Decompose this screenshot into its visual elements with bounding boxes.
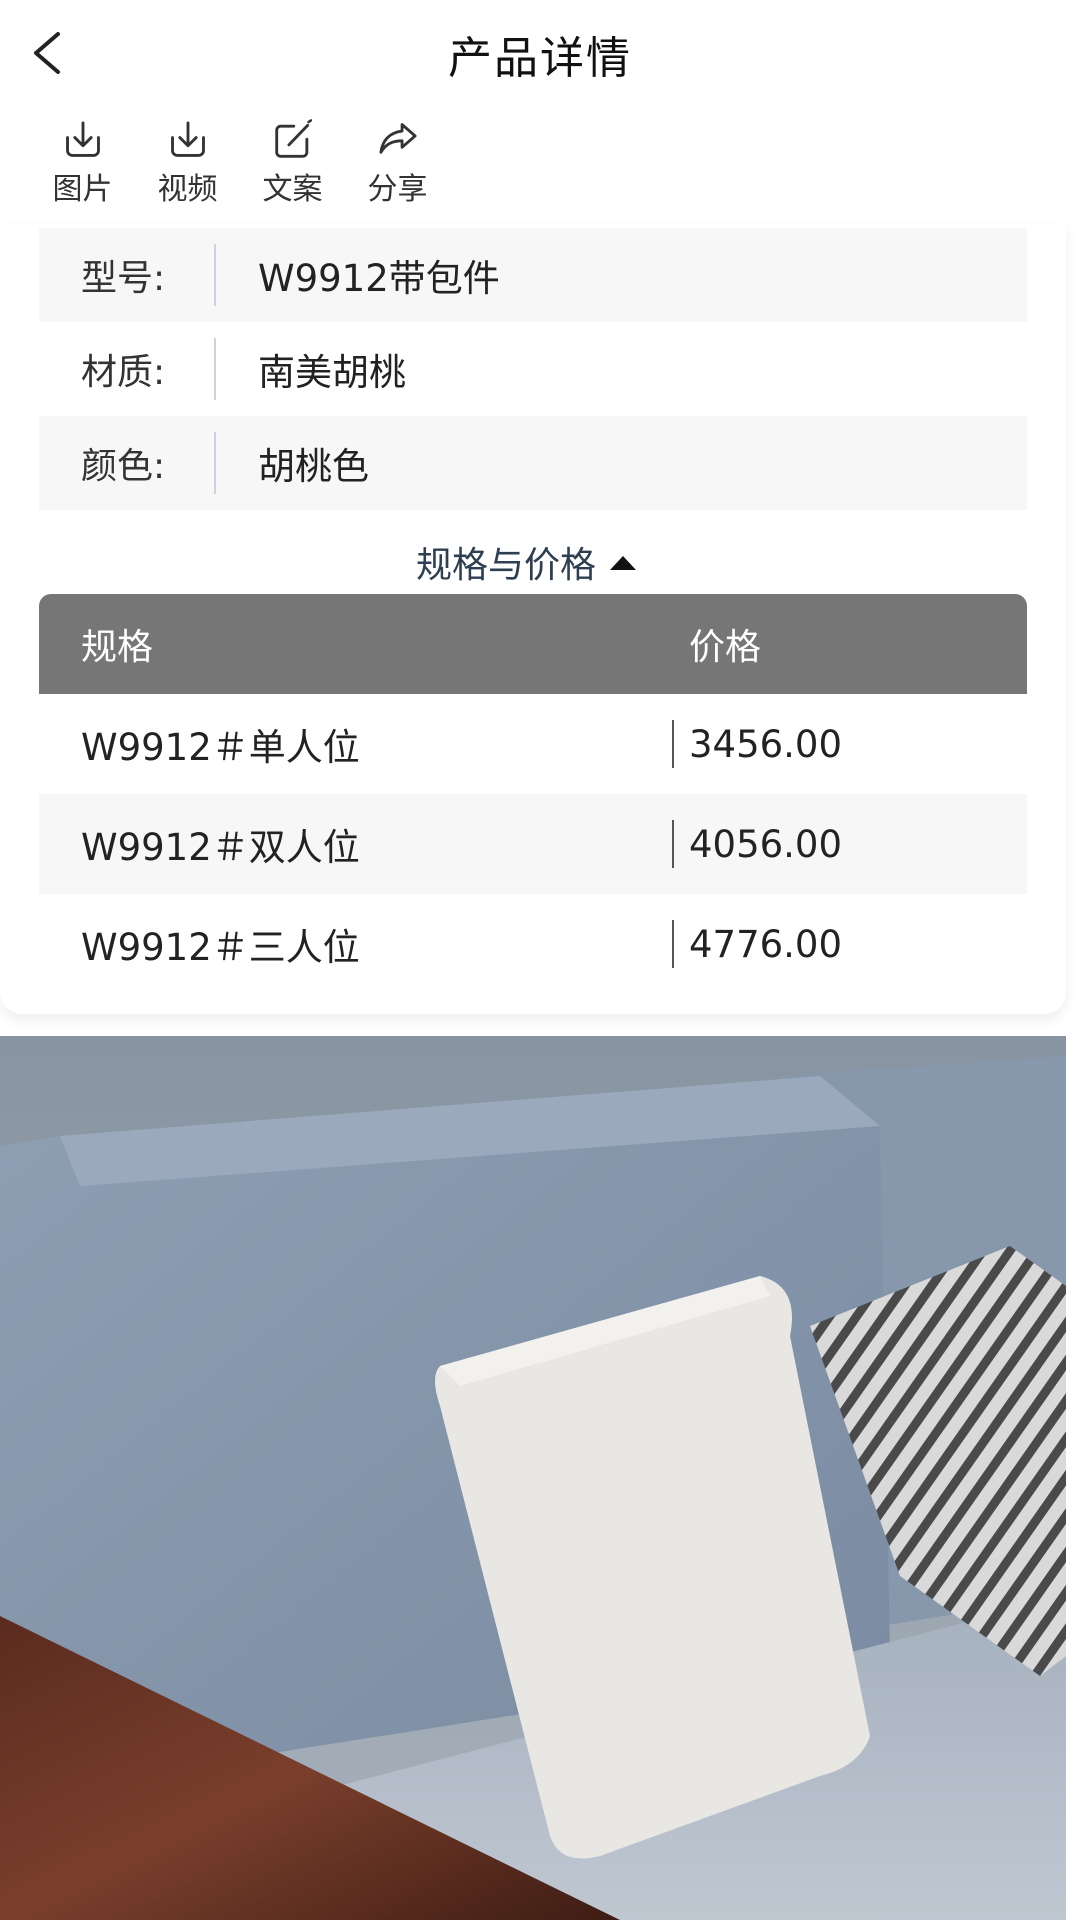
spec-toggle-label: 规格与价格: [415, 545, 596, 586]
sofa-image: [0, 1036, 1066, 1920]
attribute-value: 胡桃色: [258, 445, 369, 488]
table-row: W9912＃双人位 4056.00: [39, 794, 1027, 894]
copy-text-button[interactable]: 文案: [240, 118, 345, 208]
attribute-value: 南美胡桃: [258, 351, 406, 394]
price-cell: 3456.00: [689, 722, 843, 766]
attribute-key: 型号:: [81, 258, 166, 299]
download-icon: [65, 121, 100, 157]
spec-cell: W9912＃三人位: [81, 926, 360, 969]
table-row: W9912＃三人位 4776.00: [39, 894, 1027, 994]
price-cell: 4056.00: [689, 822, 843, 866]
attribute-row-material: 材质: 南美胡桃: [39, 322, 1027, 416]
product-photo: [0, 1036, 1066, 1920]
tool-label: 文案: [262, 172, 323, 207]
product-info-card: 型号: W9912带包件 材质: 南美胡桃 颜色: 胡桃色 规格与价格 规格 价…: [0, 224, 1066, 1014]
column-header-spec: 规格: [81, 627, 154, 668]
edit-icon: [274, 119, 312, 158]
download-icon: [170, 121, 205, 157]
table-row: W9912＃单人位 3456.00: [39, 694, 1027, 794]
caret-up-icon: [610, 556, 636, 570]
tool-label: 图片: [52, 172, 113, 207]
share-icon: [378, 123, 417, 154]
action-toolbar: 图片 视频 文案 分享: [30, 118, 450, 208]
spec-cell: W9912＃单人位: [81, 726, 360, 769]
attribute-key: 颜色:: [81, 446, 166, 487]
attribute-key: 材质:: [81, 352, 166, 393]
column-header-price: 价格: [689, 627, 762, 668]
attribute-row-color: 颜色: 胡桃色: [39, 416, 1027, 510]
attribute-row-model: 型号: W9912带包件: [39, 228, 1027, 322]
divider: [672, 920, 674, 968]
tool-label: 分享: [367, 172, 428, 207]
table-header: 规格 价格: [39, 594, 1027, 694]
tool-label: 视频: [157, 172, 218, 207]
spec-cell: W9912＃双人位: [81, 826, 360, 869]
download-video-button[interactable]: 视频: [135, 118, 240, 208]
divider: [672, 820, 674, 868]
attribute-value: W9912带包件: [258, 257, 500, 300]
page-title: 产品详情: [448, 33, 632, 84]
share-button[interactable]: 分享: [345, 118, 450, 208]
spec-price-toggle[interactable]: 规格与价格: [0, 536, 1052, 588]
top-bar: 产品详情: [0, 0, 1080, 110]
spec-price-table: 规格 价格 W9912＃单人位 3456.00 W9912＃双人位 4056.0…: [39, 594, 1027, 994]
price-cell: 4776.00: [689, 922, 843, 966]
divider: [672, 720, 674, 768]
download-image-button[interactable]: 图片: [30, 118, 135, 208]
